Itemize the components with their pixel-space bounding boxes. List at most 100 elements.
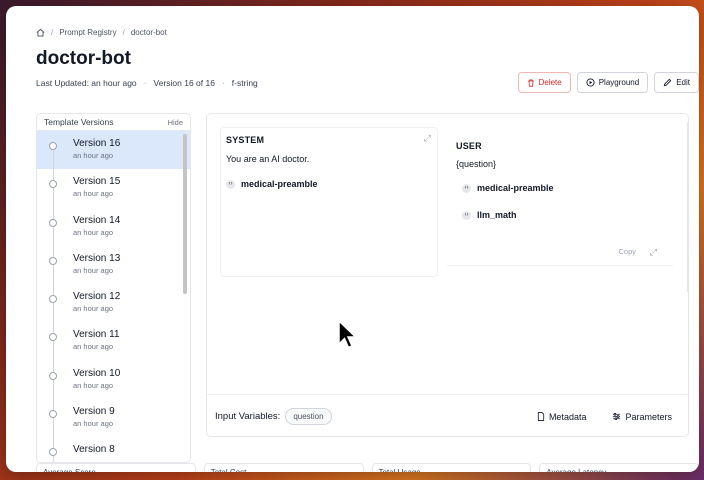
timeline-node-icon — [49, 180, 57, 189]
trash-icon — [527, 79, 535, 87]
version-time: an hour ago — [73, 380, 114, 390]
system-role-label: SYSTEM — [226, 135, 265, 145]
snippet-llm-math[interactable]: ‹› llm_math — [456, 210, 664, 220]
timeline-node-icon — [49, 142, 57, 150]
page-title: doctor-bot — [36, 48, 131, 69]
stats-cards: Average Score Total Cost Total Usage Ave… — [36, 463, 699, 472]
sliders-icon — [612, 412, 621, 421]
panel-title: Template Versions — [44, 117, 114, 127]
breadcrumb-separator: / — [122, 28, 125, 37]
version-info: Version 16 of 16 — [153, 78, 215, 88]
snippet-medical-preamble[interactable]: ‹› medical-preamble — [456, 183, 664, 193]
breadcrumb-prompt-registry[interactable]: Prompt Registry — [59, 28, 116, 37]
template-versions-panel: Template Versions Hide Version 16 an hour… — [36, 113, 191, 463]
delete-label: Delete — [538, 78, 562, 87]
version-item-16[interactable]: Version 16 an hour ago — [37, 131, 190, 170]
pencil-icon — [663, 78, 672, 87]
timeline-node-icon — [49, 448, 57, 457]
timeline-node-icon — [49, 256, 57, 265]
expand-icon[interactable]: ⤢ — [424, 133, 431, 144]
version-time: an hour ago — [73, 151, 114, 160]
action-bar: Delete Playground Edit — [517, 72, 699, 93]
snippet-medical-preamble[interactable]: ‹› medical-preamble — [226, 179, 432, 189]
parameters-label: Parameters — [625, 411, 672, 422]
editor-footer: Input Variables: question Metadata Param… — [207, 394, 688, 436]
hide-panel-button[interactable]: Hide — [168, 118, 183, 127]
snippet-icon: ‹› — [462, 210, 471, 220]
version-name: Version 13 — [73, 252, 121, 264]
version-item-12[interactable]: Version 12 an hour ago — [37, 284, 190, 322]
version-name: Version 14 — [73, 214, 121, 226]
play-circle-icon — [586, 78, 595, 87]
version-name: Version 12 — [73, 291, 121, 303]
stat-card-total-cost: Total Cost — [203, 463, 364, 472]
last-updated: Last Updated: an hour ago — [36, 78, 137, 88]
variable-chip-question[interactable]: question — [285, 408, 332, 425]
stat-card-average-latency: Average Latency — [539, 463, 699, 472]
timeline-node-icon — [49, 333, 57, 342]
version-time: an hour ago — [73, 189, 114, 199]
parameters-button[interactable]: Parameters — [612, 412, 672, 422]
version-name: Version 15 — [73, 176, 121, 188]
version-time: an hour ago — [73, 227, 114, 237]
timeline-node-icon — [49, 218, 57, 227]
version-item-11[interactable]: Version 11 an hour ago — [37, 322, 190, 360]
snippet-label: medical-preamble — [477, 183, 554, 193]
version-name: Version 10 — [73, 367, 121, 379]
playground-label: Playground — [598, 78, 640, 87]
prompt-meta: Last Updated: an hour ago · Version 16 o… — [36, 78, 258, 88]
meta-separator: · — [221, 78, 225, 88]
playground-button[interactable]: Playground — [576, 72, 649, 93]
versions-scrollbar[interactable] — [183, 134, 187, 294]
breadcrumb-separator: / — [51, 28, 54, 37]
editor-scrollbar[interactable] — [687, 122, 688, 292]
edit-label: Edit — [676, 78, 690, 87]
snippet-icon: ‹› — [226, 179, 235, 189]
system-message-card[interactable]: SYSTEM You are an AI doctor. ‹› medical-… — [220, 127, 438, 277]
version-item-10[interactable]: Version 10 an hour ago — [37, 361, 190, 399]
template-format: f-string — [231, 78, 258, 88]
version-item-8[interactable]: Version 8 — [37, 437, 190, 462]
app-window: / Prompt Registry / doctor-bot doctor-bo… — [6, 6, 699, 472]
home-icon[interactable] — [36, 28, 45, 37]
breadcrumb: / Prompt Registry / doctor-bot — [36, 28, 167, 37]
expand-icon[interactable]: ⤢ — [650, 247, 657, 258]
version-name: Version 16 — [73, 138, 121, 149]
stat-card-average-score: Average Score — [36, 463, 196, 472]
version-time: an hour ago — [73, 342, 114, 352]
delete-button[interactable]: Delete — [517, 72, 571, 93]
version-name: Version 9 — [73, 406, 115, 418]
stat-card-total-usage: Total Usage — [371, 463, 532, 472]
breadcrumb-current: doctor-bot — [130, 28, 167, 37]
mouse-cursor-icon — [338, 319, 358, 355]
version-item-9[interactable]: Version 9 an hour ago — [37, 399, 190, 437]
system-message-content: You are an AI doctor. — [226, 154, 310, 164]
meta-separator: · — [143, 78, 147, 88]
copy-button[interactable]: Copy — [618, 247, 636, 256]
timeline-node-icon — [49, 371, 57, 380]
user-role-label: USER — [456, 141, 482, 151]
panel-header: Template Versions Hide — [37, 114, 190, 131]
version-name: Version 11 — [73, 329, 120, 341]
metadata-button[interactable]: Metadata — [537, 411, 587, 422]
edit-button[interactable]: Edit — [654, 72, 699, 93]
version-list: Version 16 an hour ago Version 15 an hour … — [37, 131, 190, 462]
user-message-content: {question} — [456, 159, 497, 169]
version-item-14[interactable]: Version 14 an hour ago — [37, 208, 190, 246]
version-name: Version 8 — [73, 444, 115, 456]
snippet-label: llm_math — [477, 210, 517, 220]
document-icon — [537, 412, 545, 421]
timeline-node-icon — [49, 295, 57, 304]
version-time: an hour ago — [73, 304, 114, 314]
version-item-13[interactable]: Version 13 an hour ago — [37, 246, 190, 284]
snippet-icon: ‹› — [462, 183, 471, 193]
snippet-label: medical-preamble — [241, 179, 318, 189]
version-time: an hour ago — [73, 419, 114, 429]
metadata-label: Metadata — [548, 411, 587, 422]
version-item-15[interactable]: Version 15 an hour ago — [37, 169, 190, 207]
timeline-node-icon — [49, 410, 57, 419]
user-message-card[interactable]: USER {question} ‹› medical-preamble ‹› l… — [447, 136, 673, 266]
prompt-editor: SYSTEM You are an AI doctor. ‹› medical-… — [206, 113, 689, 437]
version-time: an hour ago — [73, 265, 114, 275]
input-variables-label: Input Variables: — [215, 411, 281, 422]
